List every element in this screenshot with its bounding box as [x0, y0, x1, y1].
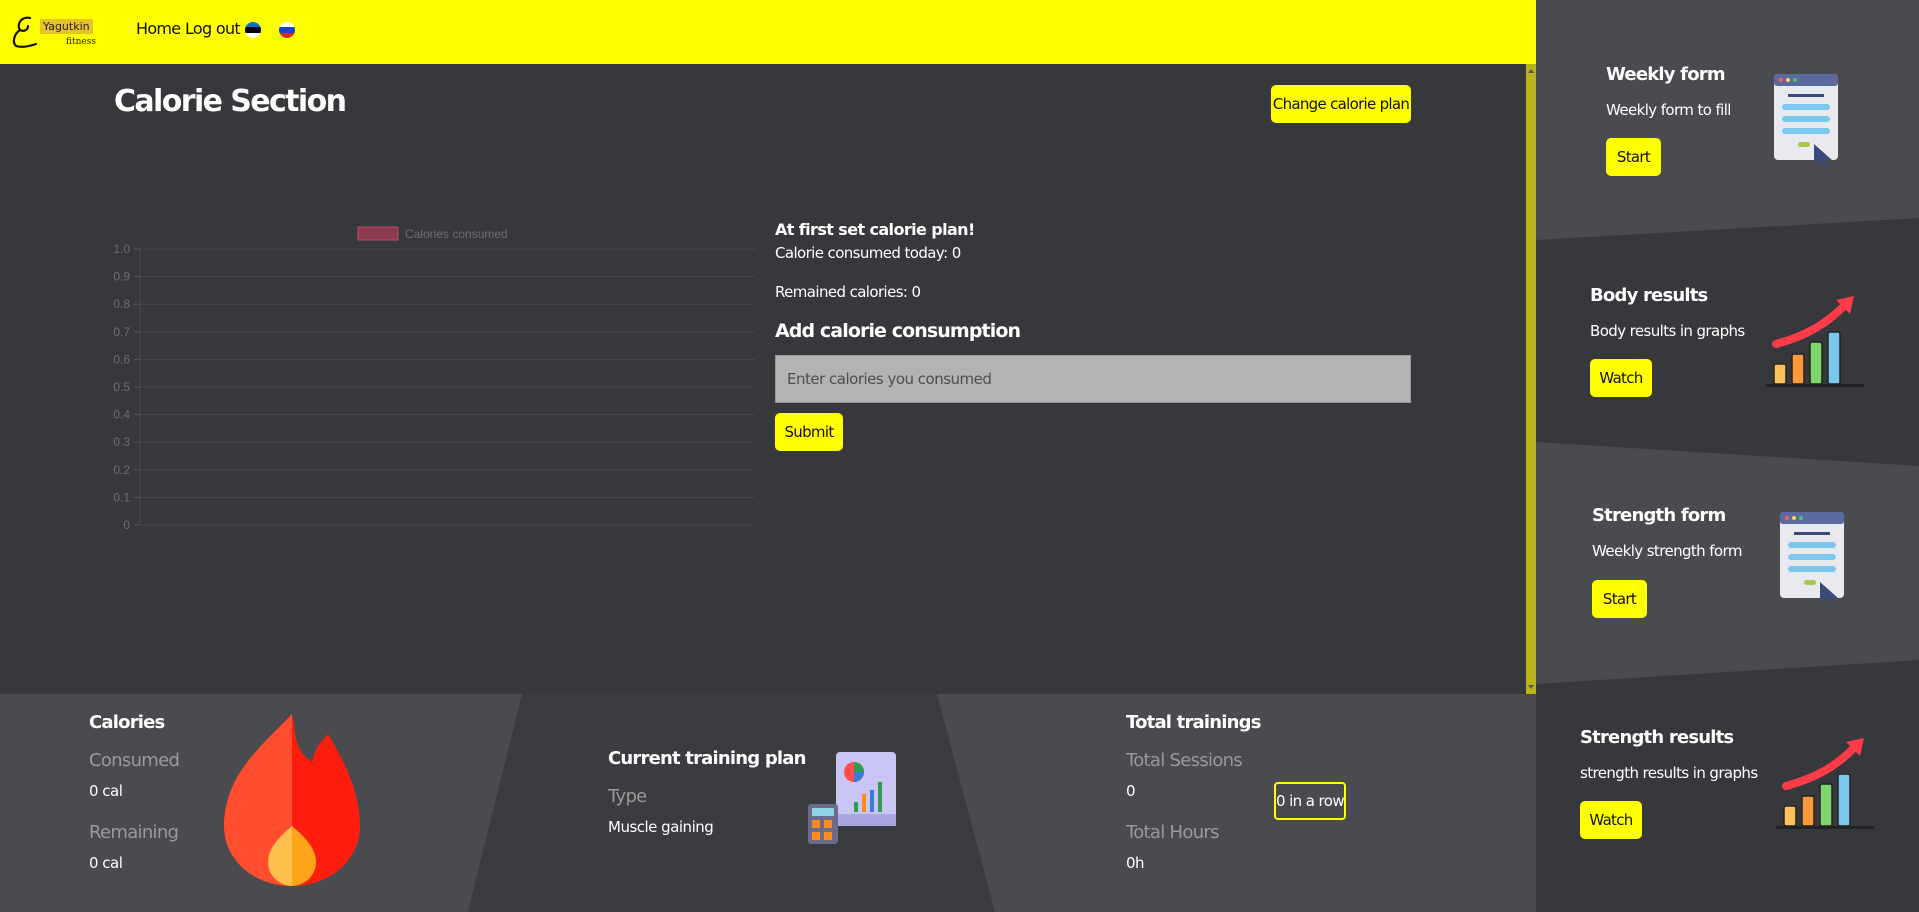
strength-results-title: Strength results [1580, 727, 1734, 748]
strength-results-watch-button[interactable]: Watch [1580, 801, 1642, 839]
add-consumption-heading: Add calorie consumption [775, 320, 1021, 342]
body-results-watch-button[interactable]: Watch [1590, 359, 1652, 397]
y-tick-label: 0.9 [113, 270, 130, 284]
strength-form-start-button[interactable]: Start [1592, 580, 1647, 618]
y-tick-label: 0.2 [113, 463, 130, 477]
streak-badge: 0 in a row [1274, 782, 1346, 820]
weekly-form-title: Weekly form [1606, 64, 1726, 85]
total-sessions-value: 0 [1126, 782, 1136, 800]
consumed-label: Consumed [89, 750, 180, 771]
y-tick-label: 0.3 [113, 435, 130, 449]
y-tick-label: 1.0 [113, 242, 130, 256]
main-scrollbar[interactable] [1526, 64, 1536, 694]
y-tick-label: 0.4 [113, 408, 130, 422]
weekly-form-desc: Weekly form to fill [1606, 101, 1731, 119]
growth-chart-icon [1776, 738, 1874, 829]
total-sessions-label: Total Sessions [1126, 750, 1243, 771]
plan-type-label: Type [608, 786, 647, 807]
flame-icon [224, 714, 360, 886]
russian-flag-icon[interactable] [279, 22, 295, 38]
body-results-desc: Body results in graphs [1590, 322, 1745, 340]
total-hours-label: Total Hours [1126, 822, 1219, 843]
remained-calories-text: Remained calories: 0 [775, 283, 921, 301]
plan-type-value: Muscle gaining [608, 818, 714, 836]
strength-form-title: Strength form [1592, 505, 1726, 526]
change-calorie-plan-button[interactable]: Change calorie plan [1271, 85, 1411, 123]
stats-bar: Calories Consumed 0 cal Remaining 0 cal … [0, 694, 1536, 912]
calorie-section: Calorie Section Change calorie plan Calo… [0, 64, 1536, 694]
logo-subtext: fitness [66, 37, 96, 47]
nav-logout-link[interactable]: Log out [185, 19, 241, 38]
training-plan-title: Current training plan [608, 748, 806, 769]
weekly-form-start-button[interactable]: Start [1606, 138, 1661, 176]
y-tick-label: 0.8 [113, 297, 130, 311]
right-sidebar: Weekly form Weekly form to fill Start Bo… [1536, 0, 1919, 912]
form-document-icon [1774, 74, 1838, 166]
y-tick-label: 0.5 [113, 380, 130, 394]
estonian-flag-icon[interactable] [245, 22, 261, 38]
growth-chart-icon [1766, 296, 1864, 387]
consumed-value: 0 cal [89, 782, 123, 800]
remaining-value: 0 cal [89, 854, 123, 872]
calorie-input[interactable] [775, 355, 1411, 403]
y-tick-label: 0.1 [113, 490, 130, 504]
calorie-chart: Calories consumed 1.0 0.9 0.8 0.7 0.6 0.5 0.4 0.… [110, 159, 760, 539]
form-document-icon [1780, 512, 1844, 604]
consumed-today-text: Calorie consumed today: 0 [775, 244, 961, 262]
y-tick-label: 0.6 [113, 352, 130, 366]
y-tick-label: 0.7 [113, 325, 130, 339]
legend-swatch[interactable] [357, 226, 399, 241]
strength-form-desc: Weekly strength form [1592, 542, 1742, 560]
total-trainings-title: Total trainings [1126, 712, 1261, 733]
analytics-report-icon [808, 752, 896, 844]
calories-stat-title: Calories [89, 712, 165, 733]
remaining-label: Remaining [89, 822, 179, 843]
page-title: Calorie Section [114, 84, 347, 119]
top-navbar: Yagutkin fitness Home Log out [0, 0, 1536, 64]
total-hours-value: 0h [1126, 854, 1145, 872]
submit-button[interactable]: Submit [775, 413, 843, 451]
brand-logo[interactable]: Yagutkin fitness [10, 12, 96, 52]
body-results-title: Body results [1590, 285, 1708, 306]
nav-home-link[interactable]: Home [136, 19, 181, 38]
set-plan-message: At first set calorie plan! [775, 220, 975, 239]
legend-label[interactable]: Calories consumed [405, 227, 508, 241]
logo-text: Yagutkin [40, 19, 93, 34]
y-tick-label: 0 [123, 518, 130, 532]
strength-results-desc: strength results in graphs [1580, 764, 1758, 782]
scroll-down-arrow[interactable] [1528, 685, 1534, 689]
flexed-arm-icon [12, 16, 38, 48]
calorie-bar-chart: Calories consumed 1.0 0.9 0.8 0.7 0.6 0.5 0.4 0.… [113, 226, 755, 532]
scroll-up-arrow[interactable] [1528, 69, 1534, 73]
